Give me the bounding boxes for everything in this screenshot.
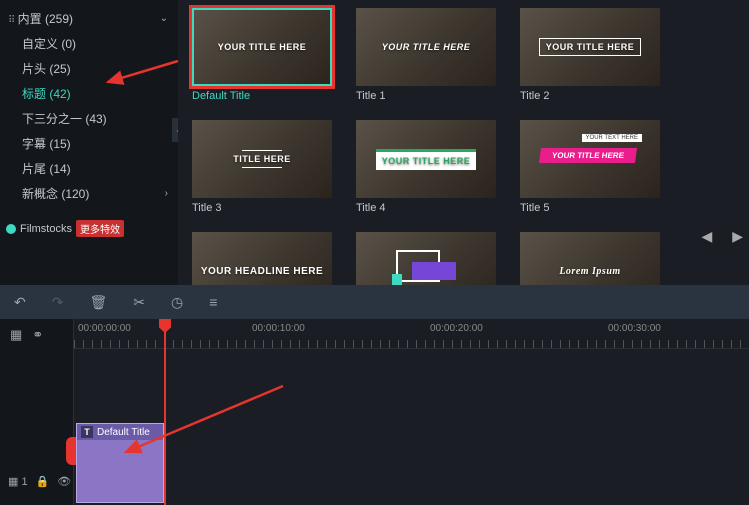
redo-button[interactable]: ↷ xyxy=(52,294,64,311)
lock-icon[interactable]: 🔒 xyxy=(36,475,50,488)
category-item-lower-thirds[interactable]: 下三分之一 (43) xyxy=(0,106,178,131)
history-button[interactable]: ◷ xyxy=(171,294,183,311)
title-label: Default Title xyxy=(192,90,332,102)
adjust-button[interactable]: ≡ xyxy=(209,294,217,310)
filmstocks-link[interactable]: Filmstocks 更多特效 xyxy=(6,220,178,237)
timeline-clip[interactable]: T Default Title xyxy=(76,423,164,503)
timeline-track-area[interactable]: 00:00:00:00 00:00:10:00 00:00:20:00 00:0… xyxy=(74,319,749,505)
delete-button[interactable]: 🗑 xyxy=(89,294,107,311)
title-label: Title 2 xyxy=(520,90,660,102)
title-label: Title 5 xyxy=(520,202,660,214)
title-card-2[interactable]: YOUR TITLE HERE Title 2 xyxy=(520,8,660,102)
title-gallery: YOUR TITLE HERE Default Title YOUR TITLE… xyxy=(178,0,749,285)
title-card-1[interactable]: YOUR TITLE HERE Title 1 xyxy=(356,8,496,102)
eye-icon[interactable]: 👁 xyxy=(57,475,71,488)
title-card-8[interactable]: Lorem Ipsum xyxy=(520,232,660,285)
filmstocks-icon xyxy=(6,224,16,234)
undo-button[interactable]: ↶ xyxy=(14,294,26,311)
category-root[interactable]: ⠿ 内置 (259) ⌄ xyxy=(0,6,178,31)
title-card-6[interactable]: YOUR HEADLINE HERE xyxy=(192,232,332,285)
cut-button[interactable]: ✂ xyxy=(133,294,145,311)
title-card-5[interactable]: YOUR TEXT HERE YOUR TITLE HERE Title 5 xyxy=(520,120,660,214)
category-item-openers[interactable]: 片头 (25) xyxy=(0,56,178,81)
more-effects-badge: 更多特效 xyxy=(76,220,124,237)
chevron-right-icon: › xyxy=(165,188,168,199)
playhead[interactable] xyxy=(164,319,166,505)
gallery-nav: ◀ ▶ xyxy=(701,228,743,245)
clip-label: Default Title xyxy=(97,427,150,438)
next-button[interactable]: ▶ xyxy=(732,228,743,245)
category-item-new[interactable]: 新概念 (120) › xyxy=(0,181,178,206)
title-card-4[interactable]: YOUR TITLE HERE Title 4 xyxy=(356,120,496,214)
grid-icon: ⠿ xyxy=(8,15,14,26)
title-label: Title 4 xyxy=(356,202,496,214)
timeline-ruler[interactable]: 00:00:00:00 00:00:10:00 00:00:20:00 00:0… xyxy=(74,319,749,349)
title-label: Title 3 xyxy=(192,202,332,214)
category-item-titles[interactable]: 标题 (42) xyxy=(0,81,178,106)
prev-button[interactable]: ◀ xyxy=(701,228,712,245)
text-clip-icon: T xyxy=(81,426,93,438)
category-sidebar: ⠿ 内置 (259) ⌄ 自定义 (0) 片头 (25) 标题 (42) 下三分… xyxy=(0,0,178,285)
category-item-subtitles[interactable]: 字幕 (15) xyxy=(0,131,178,156)
title-card-default[interactable]: YOUR TITLE HERE Default Title xyxy=(192,8,332,102)
category-item-end[interactable]: 片尾 (14) xyxy=(0,156,178,181)
title-label: Title 1 xyxy=(356,90,496,102)
link-icon[interactable]: ⚭ xyxy=(32,327,43,343)
clip-handle[interactable] xyxy=(66,437,76,465)
timeline-toolbar: ↶ ↷ 🗑 ✂ ◷ ≡ xyxy=(0,285,749,319)
timeline: ▦ ⚭ ▦ 1 🔒 👁 00:00:00:00 00:00:10:00 00:0… xyxy=(0,319,749,505)
track-header: ▦ 1 🔒 👁 xyxy=(0,475,79,488)
title-card-3[interactable]: TITLE HERE Title 3 xyxy=(192,120,332,214)
grid-icon[interactable]: ▦ xyxy=(10,327,22,343)
chevron-down-icon: ⌄ xyxy=(160,13,168,24)
title-card-7[interactable] xyxy=(356,232,496,285)
category-item-custom[interactable]: 自定义 (0) xyxy=(0,31,178,56)
timeline-left-panel: ▦ ⚭ ▦ 1 🔒 👁 xyxy=(0,319,74,505)
